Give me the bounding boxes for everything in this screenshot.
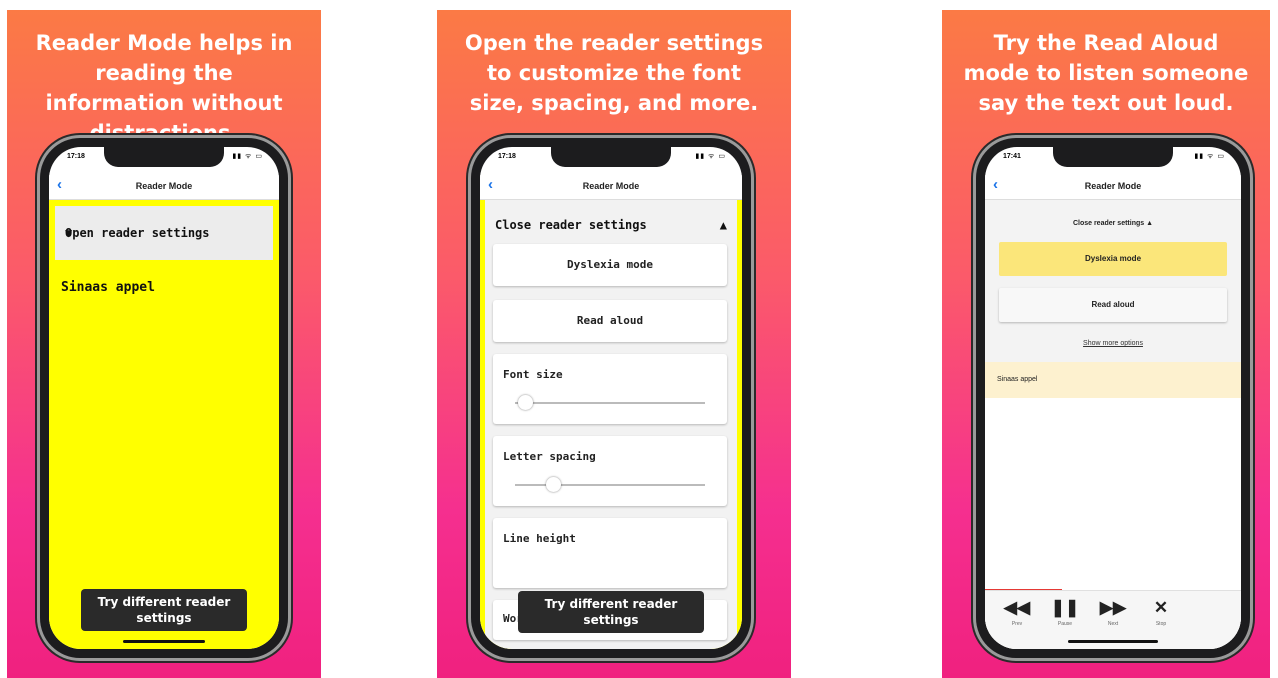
font-size-label: Font size <box>503 368 563 381</box>
prev-label: Prev <box>1011 621 1023 627</box>
status-icons: ▮▮ ᯤ ▭ <box>695 153 726 160</box>
close-x-icon: ✕ <box>1153 598 1169 617</box>
phone-frame: 17:41 ▮▮ ᯤ ▭ ‹ Reader Mode Close reader … <box>976 138 1250 658</box>
panel-caption: Try the Read Aloud mode to listen someon… <box>963 31 1249 115</box>
fast-forward-icon: ▶▶ <box>1099 598 1127 617</box>
screenshot-panel-1: Reader Mode helps in reading the informa… <box>7 10 321 678</box>
phone-notch <box>1053 147 1173 167</box>
slider-knob[interactable] <box>546 477 561 492</box>
reader-content: Close reader settings ▲ Dyslexia mode Re… <box>480 200 742 649</box>
pause-label: Pause <box>1057 621 1073 627</box>
nav-title: Reader Mode <box>582 181 640 191</box>
home-indicator <box>1068 640 1158 643</box>
open-settings-button[interactable]: Open reader settings ▼ <box>55 206 273 260</box>
dyslexia-mode-button[interactable]: Dyslexia mode <box>999 242 1227 276</box>
audio-player-bar: ◀◀ Prev ❚❚ Pause ▶▶ Next ✕ Stop <box>985 590 1241 649</box>
pause-icon: ❚❚ <box>1050 598 1080 617</box>
screenshot-panel-3: Try the Read Aloud mode to listen someon… <box>942 10 1270 678</box>
toast-message: Try different reader settings <box>81 589 247 631</box>
close-settings-button[interactable]: Close reader settings ▲ <box>985 220 1241 227</box>
phone-notch <box>104 147 224 167</box>
show-more-options-link[interactable]: Show more options <box>985 340 1241 347</box>
phone-frame: 17:18 ▮▮ ᯤ ▭ ‹ Reader Mode Close reader … <box>471 138 751 658</box>
nav-bar: ‹ Reader Mode <box>49 175 279 200</box>
status-icons: ▮▮ ᯤ ▭ <box>232 153 263 160</box>
letter-spacing-slider[interactable] <box>515 477 705 492</box>
screenshot-panel-2: Open the reader settings to customize th… <box>437 10 791 678</box>
status-time: 17:41 <box>1003 153 1021 160</box>
slider-knob[interactable] <box>517 395 533 410</box>
phone-screen: 17:18 ▮▮ ᯤ ▭ ‹ Reader Mode Close reader … <box>480 147 742 649</box>
nav-title: Reader Mode <box>1084 181 1142 191</box>
font-size-slider[interactable] <box>515 395 705 410</box>
triangle-down-icon: ▼ <box>65 226 73 240</box>
triangle-up-icon: ▲ <box>719 218 727 232</box>
panel-caption: Reader Mode helps in reading the informa… <box>35 31 293 145</box>
phone-screen: 17:41 ▮▮ ᯤ ▭ ‹ Reader Mode Close reader … <box>985 147 1241 649</box>
reader-text-area: Sinaas appel <box>985 362 1241 398</box>
stop-label: Stop <box>1155 621 1167 627</box>
phone-frame: 17:18 ▮▮ ᯤ ▭ ‹ Reader Mode Open reader s… <box>40 138 288 658</box>
close-settings-label: Close reader settings <box>495 218 647 232</box>
next-label: Next <box>1107 621 1119 627</box>
line-height-card: Line height <box>493 518 727 588</box>
pause-button[interactable]: ❚❚ Pause <box>1045 598 1085 628</box>
reader-content: Close reader settings ▲ Dyslexia mode Re… <box>985 200 1241 649</box>
nav-bar: ‹ Reader Mode <box>480 175 742 200</box>
status-time: 17:18 <box>498 153 516 160</box>
status-icons: ▮▮ ᯤ ▭ <box>1194 153 1225 160</box>
nav-bar: ‹ Reader Mode <box>985 175 1241 200</box>
dyslexia-mode-button[interactable]: Dyslexia mode <box>493 244 727 286</box>
stop-button[interactable]: ✕ Stop <box>1141 598 1181 628</box>
nav-title: Reader Mode <box>135 181 193 191</box>
toast-message: Try different reader settings <box>518 591 704 633</box>
panel-caption: Open the reader settings to customize th… <box>464 31 764 115</box>
phone-screen: 17:18 ▮▮ ᯤ ▭ ‹ Reader Mode Open reader s… <box>49 147 279 649</box>
prev-button[interactable]: ◀◀ Prev <box>997 598 1037 628</box>
next-button[interactable]: ▶▶ Next <box>1093 598 1133 628</box>
letter-spacing-card: Letter spacing <box>493 436 727 506</box>
reader-body-text: Sinaas appel <box>61 280 155 295</box>
reader-content: Open reader settings ▼ Sinaas appel Try … <box>49 200 279 649</box>
reader-body-text: Sinaas appel <box>997 376 1038 383</box>
phone-notch <box>551 147 671 167</box>
read-aloud-button[interactable]: Read aloud <box>999 288 1227 322</box>
font-size-card: Font size <box>493 354 727 424</box>
read-aloud-button[interactable]: Read aloud <box>493 300 727 342</box>
home-indicator <box>123 640 205 643</box>
status-time: 17:18 <box>67 153 85 160</box>
settings-panel: Close reader settings ▲ Dyslexia mode Re… <box>485 200 737 649</box>
letter-spacing-label: Letter spacing <box>503 450 596 463</box>
rewind-icon: ◀◀ <box>1003 598 1031 617</box>
line-height-label: Line height <box>503 532 576 545</box>
